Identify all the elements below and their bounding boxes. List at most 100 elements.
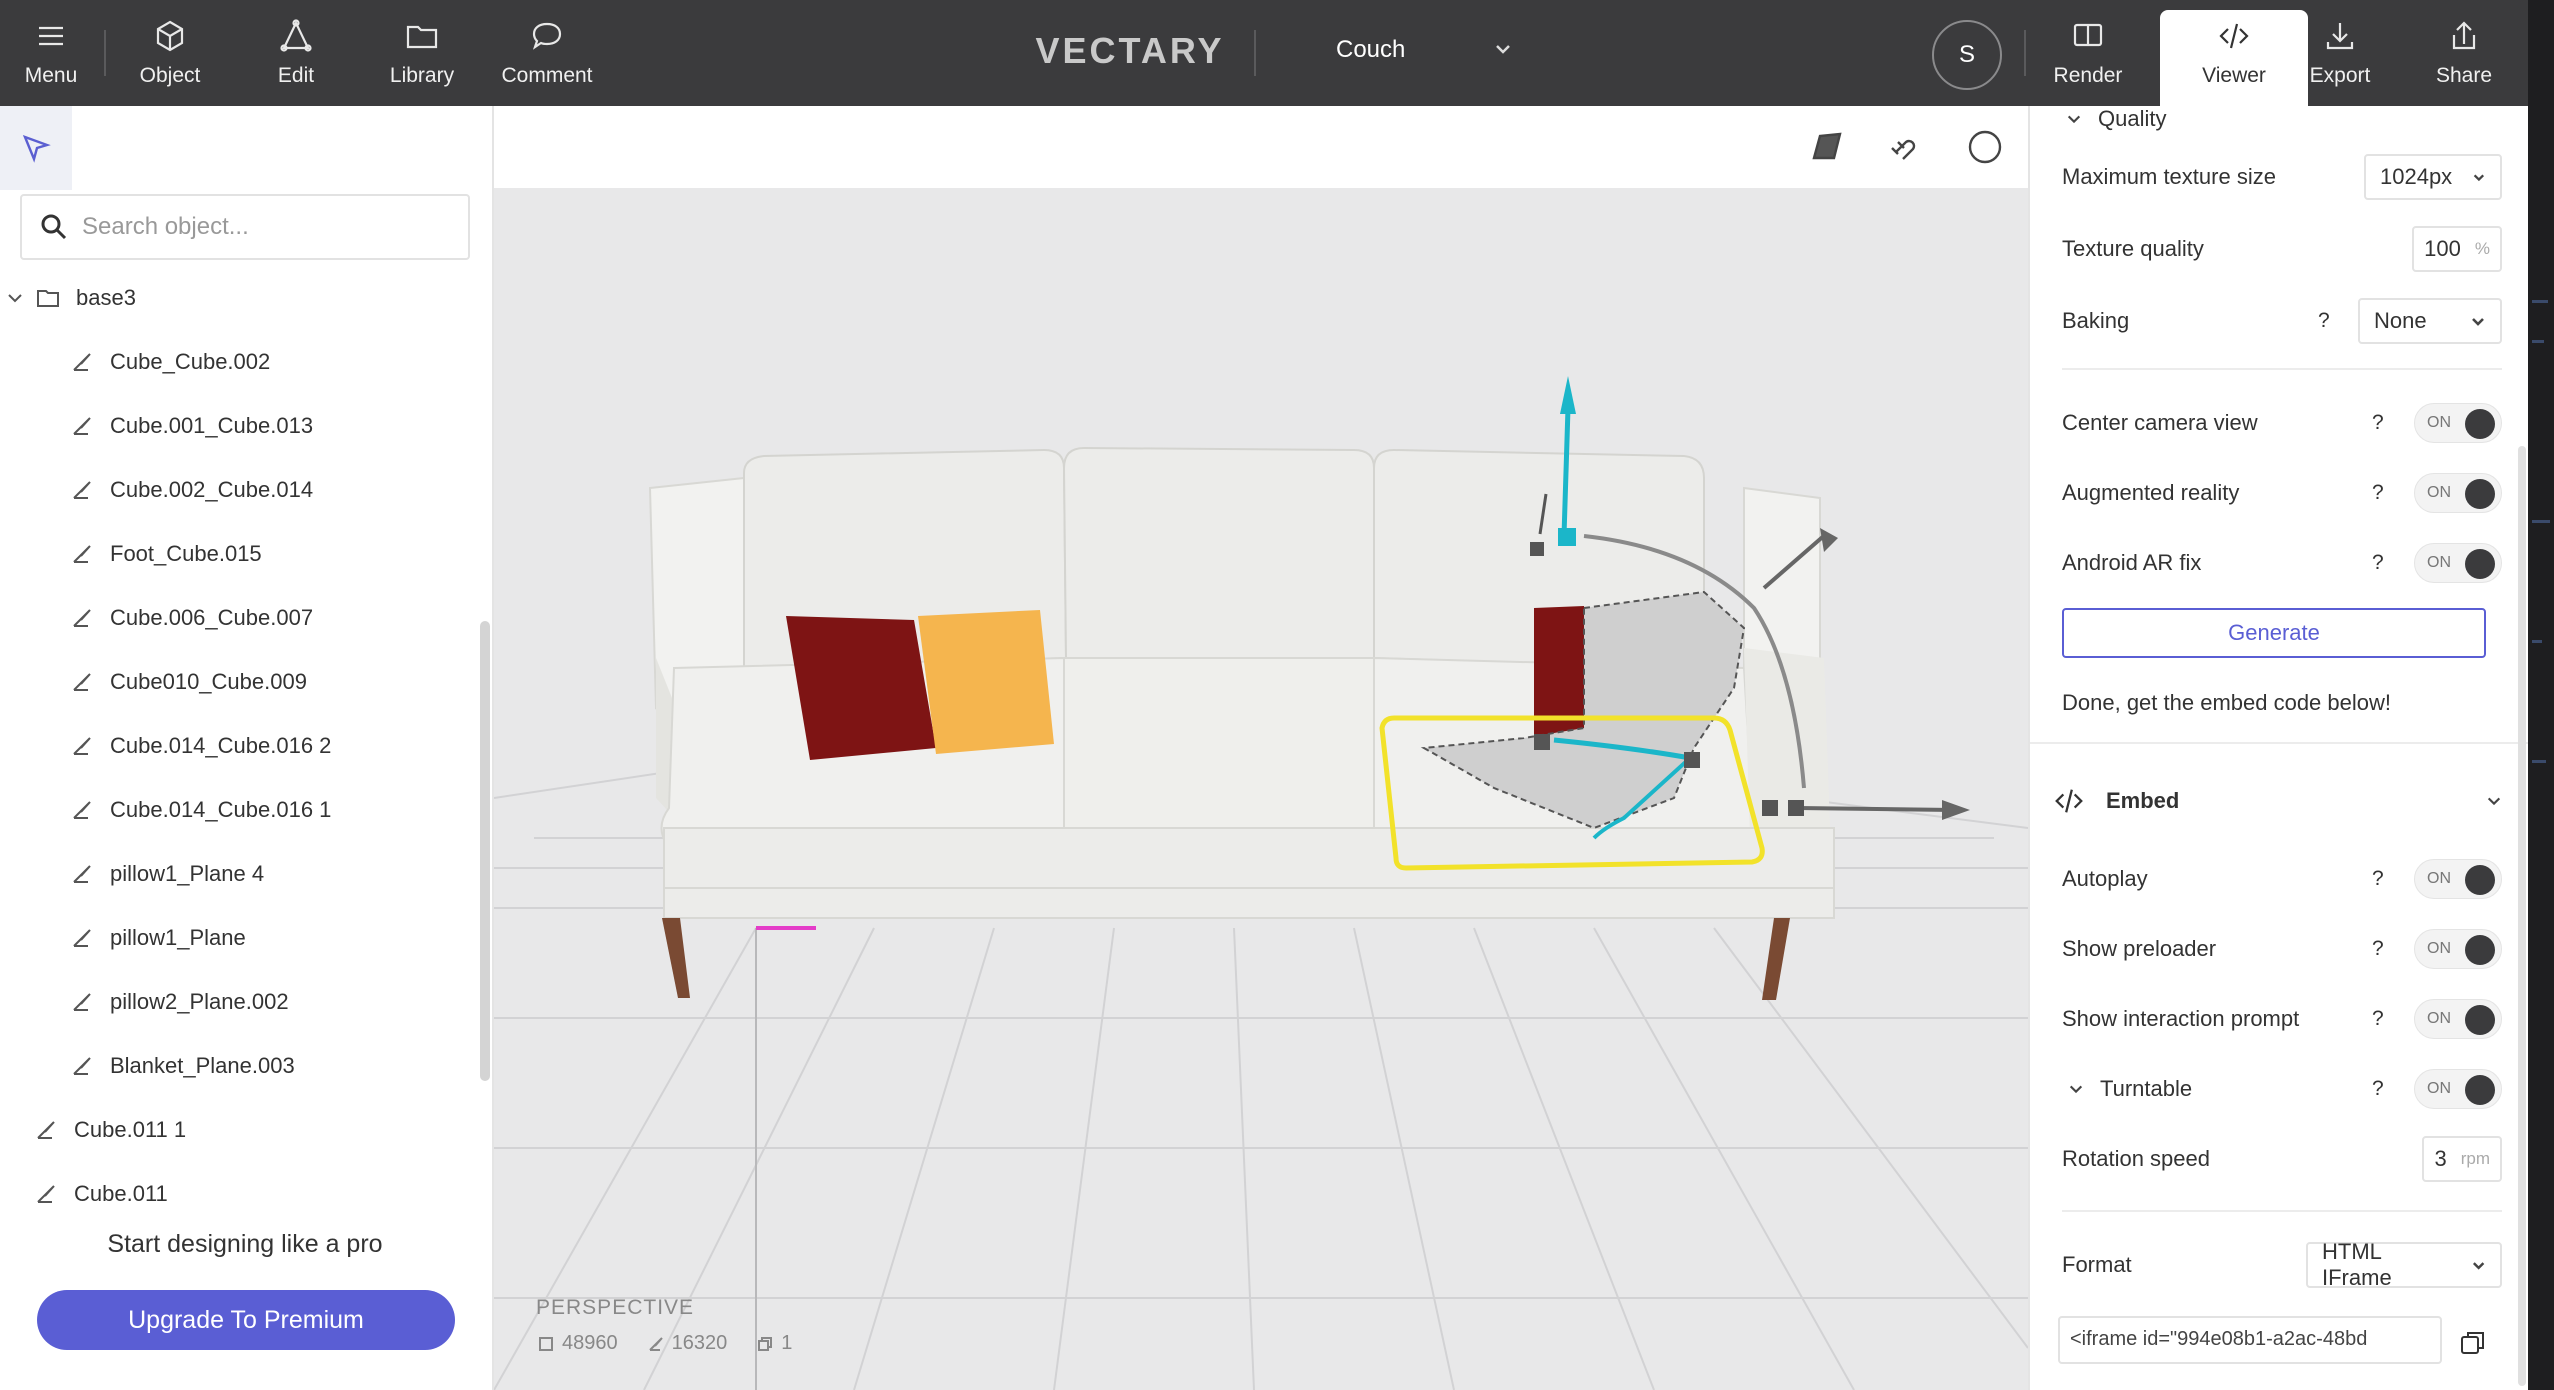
android-fix-toggle[interactable]: ON xyxy=(2414,543,2502,583)
tree-item[interactable]: Cube_Cube.002 xyxy=(0,330,478,394)
chevron-down-icon[interactable] xyxy=(2486,793,2502,809)
mesh-icon xyxy=(73,609,91,627)
mesh-icon xyxy=(73,545,91,563)
tree-item[interactable]: Foot_Cube.015 xyxy=(0,522,478,586)
max-texture-select[interactable]: 1024px xyxy=(2364,154,2502,200)
search-icon xyxy=(41,214,67,240)
tree-item[interactable]: Cube.011 1 xyxy=(0,1098,478,1162)
render-button[interactable]: Render xyxy=(2048,0,2128,106)
export-button[interactable]: Export xyxy=(2300,0,2380,106)
interaction-toggle[interactable]: ON xyxy=(2414,999,2502,1039)
tree-item[interactable]: Cube.001_Cube.013 xyxy=(0,394,478,458)
select-tool-button[interactable] xyxy=(0,106,72,190)
help-icon[interactable]: ? xyxy=(2372,1077,2384,1101)
tree-item[interactable]: Cube.014_Cube.016 2 xyxy=(0,714,478,778)
help-icon[interactable]: ? xyxy=(2372,411,2384,435)
center-camera-row: Center camera view ? ON xyxy=(2062,398,2502,448)
tree-item-label: Cube.014_Cube.016 2 xyxy=(110,733,332,758)
download-icon xyxy=(2326,23,2354,50)
help-icon[interactable]: ? xyxy=(2372,551,2384,575)
chevron-down-icon xyxy=(2472,318,2484,326)
embed-header: Embed xyxy=(2106,788,2180,813)
tree-item-label: pillow1_Plane 4 xyxy=(110,861,265,886)
toolbar-divider xyxy=(2024,30,2026,76)
chevron-down-icon[interactable] xyxy=(6,289,24,307)
mesh-icon xyxy=(37,1185,55,1203)
3d-viewport[interactable]: PERSPECTIVE 48960 16320 1 xyxy=(494,188,2028,1390)
chevron-down-icon[interactable] xyxy=(2068,1081,2084,1097)
texture-quality-value: 100 xyxy=(2424,236,2461,261)
object-count: 1 xyxy=(757,1332,792,1355)
document-name[interactable]: Couch xyxy=(1336,36,1405,64)
help-icon[interactable]: ? xyxy=(2372,937,2384,961)
tree-item-label: Cube.001_Cube.013 xyxy=(110,413,314,438)
toggle-state: ON xyxy=(2427,1080,2451,1097)
search-box[interactable] xyxy=(20,194,470,260)
tree-item-label: pillow2_Plane.002 xyxy=(110,989,289,1014)
vertex-count: 48960 xyxy=(538,1332,618,1355)
embed-code-field[interactable]: <iframe id="994e08b1-a2ac-48bd xyxy=(2058,1316,2442,1364)
preloader-toggle[interactable]: ON xyxy=(2414,929,2502,969)
help-icon[interactable]: ? xyxy=(2372,1007,2384,1031)
edit-button[interactable]: Edit xyxy=(256,0,336,106)
section-divider xyxy=(2062,368,2502,370)
chevron-down-icon[interactable] xyxy=(1494,40,1512,58)
share-label: Share xyxy=(2435,64,2493,87)
android-fix-row: Android AR fix ? ON xyxy=(2062,538,2502,588)
autoplay-toggle[interactable]: ON xyxy=(2414,859,2502,899)
circle-view-icon[interactable] xyxy=(1966,128,2004,166)
baking-select[interactable]: None xyxy=(2358,298,2502,344)
toggle-state: ON xyxy=(2427,414,2451,431)
shading-mode-icon[interactable] xyxy=(1808,128,1846,166)
user-avatar[interactable]: S xyxy=(1932,20,2002,90)
tree-item[interactable]: Cube.014_Cube.016 1 xyxy=(0,778,478,842)
viewer-button[interactable]: Viewer xyxy=(2172,0,2296,106)
help-icon[interactable]: ? xyxy=(2372,481,2384,505)
copy-icon[interactable] xyxy=(2458,1328,2488,1358)
comment-button[interactable]: Comment xyxy=(496,0,598,106)
done-message: Done, get the embed code below! xyxy=(2062,678,2502,728)
upgrade-button[interactable]: Upgrade To Premium xyxy=(37,1290,455,1350)
mesh-icon xyxy=(73,929,91,947)
mesh-icon xyxy=(73,993,91,1011)
vertex-icon xyxy=(539,1336,553,1351)
chevron-down-icon[interactable] xyxy=(2066,111,2082,127)
turntable-toggle[interactable]: ON xyxy=(2414,1069,2502,1109)
tree-item[interactable]: pillow1_Plane xyxy=(0,906,478,970)
object-button[interactable]: Object xyxy=(130,0,210,106)
tree-item[interactable]: Cube.011 xyxy=(0,1162,478,1226)
rotation-value: 3 xyxy=(2434,1146,2447,1171)
tree-scrollbar[interactable] xyxy=(480,621,490,1081)
format-select[interactable]: HTML IFrame xyxy=(2306,1239,2502,1290)
menu-button[interactable]: Menu xyxy=(14,0,88,106)
object-panel: base3 Cube_Cube.002 Cube.001_Cube.013 Cu… xyxy=(0,106,494,1390)
texture-quality-input[interactable]: 100% xyxy=(2412,226,2502,272)
rotation-speed-input[interactable]: 3 rpm xyxy=(2422,1136,2502,1182)
center-camera-toggle[interactable]: ON xyxy=(2414,403,2502,443)
help-icon[interactable]: ? xyxy=(2372,867,2384,891)
background-editor-strip xyxy=(2528,0,2554,1390)
tree-item[interactable]: Blanket_Plane.003 xyxy=(0,1034,478,1098)
help-icon[interactable]: ? xyxy=(2318,309,2330,333)
share-icon xyxy=(2452,21,2476,50)
search-input[interactable] xyxy=(82,213,442,241)
object-label: Object xyxy=(139,64,201,87)
ar-toggle[interactable]: ON xyxy=(2414,473,2502,513)
embed-section-header[interactable]: Embed xyxy=(2052,776,2502,826)
chevron-down-icon xyxy=(2473,174,2485,182)
tree-item[interactable]: Cube010_Cube.009 xyxy=(0,650,478,714)
magnet-snap-icon[interactable] xyxy=(1886,128,1924,166)
tree-item[interactable]: Cube.002_Cube.014 xyxy=(0,458,478,522)
library-button[interactable]: Library xyxy=(380,0,464,106)
tree-group-base3[interactable]: base3 xyxy=(0,266,478,330)
tree-item[interactable]: Cube.006_Cube.007 xyxy=(0,586,478,650)
toggle-state: ON xyxy=(2427,554,2451,571)
tree-item[interactable]: pillow2_Plane.002 xyxy=(0,970,478,1034)
toggle-knob xyxy=(2465,865,2495,895)
share-button[interactable]: Share xyxy=(2424,0,2504,106)
top-toolbar: Menu Object Edit Library Comment VECTARY… xyxy=(0,0,2528,110)
generate-button[interactable]: Generate xyxy=(2062,608,2486,658)
tree-item[interactable]: pillow1_Plane 4 xyxy=(0,842,478,906)
panel-scrollbar[interactable] xyxy=(2518,446,2526,1386)
quality-section-header[interactable]: Quality xyxy=(2066,106,2506,144)
